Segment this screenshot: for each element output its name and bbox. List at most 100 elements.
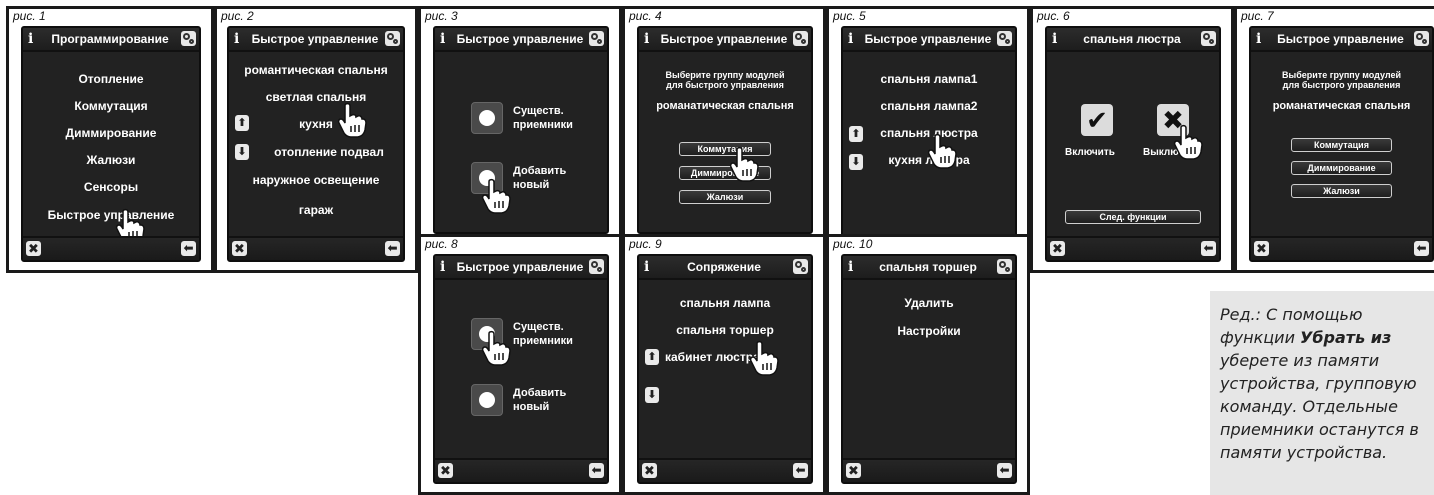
option-switching-button[interactable]: Коммутация — [679, 142, 771, 156]
back-arrow-icon[interactable]: ⬅ — [997, 463, 1012, 478]
figure-caption: рис. 3 — [425, 9, 458, 23]
list-item[interactable]: спальня люстра — [843, 126, 1015, 140]
turn-on-label: Включить — [1065, 147, 1115, 158]
back-arrow-icon[interactable]: ⬅ — [1201, 241, 1216, 256]
figure-caption: рис. 10 — [833, 237, 873, 251]
info-icon[interactable]: i — [848, 31, 853, 47]
figure-caption: рис. 2 — [221, 9, 254, 23]
settings-icon[interactable] — [997, 31, 1012, 46]
scroll-up-icon[interactable]: ⬆ — [235, 115, 249, 131]
list-item[interactable]: романтическая спальня — [229, 63, 403, 77]
option-switching-button[interactable]: Коммутация — [1291, 138, 1392, 152]
settings-icon[interactable] — [181, 31, 196, 46]
info-icon[interactable]: i — [1052, 31, 1057, 47]
existing-receivers-button[interactable] — [471, 318, 503, 350]
settings-icon[interactable] — [793, 31, 808, 46]
info-icon[interactable]: i — [440, 259, 445, 275]
settings-icon[interactable] — [385, 31, 400, 46]
figure-caption: рис. 5 — [833, 9, 866, 23]
back-arrow-icon[interactable]: ⬅ — [385, 241, 400, 256]
close-icon[interactable]: ✖ — [846, 463, 861, 478]
figure-8: рис. 8 i Быстрое управление Существ. прие… — [418, 234, 622, 495]
list-item[interactable]: спальня лампа2 — [843, 99, 1015, 113]
screen-title: Быстрое управление — [864, 32, 992, 46]
info-icon[interactable]: i — [848, 259, 853, 275]
list-item[interactable]: кухня люстра — [843, 153, 1015, 167]
option-dimming-button[interactable]: Диммирование — [1291, 161, 1392, 175]
device-screen: i Сопряжение спальня лампа спальня торше… — [637, 254, 813, 484]
prompt-line-2: для быстрого управления — [666, 80, 784, 90]
back-arrow-icon[interactable]: ⬅ — [1414, 241, 1429, 256]
figure-9: рис. 9 i Сопряжение спальня лампа спальн… — [622, 234, 826, 495]
info-icon[interactable]: i — [440, 31, 445, 47]
existing-receivers-button[interactable] — [471, 102, 503, 134]
list-item[interactable]: кухня — [229, 117, 403, 131]
settings-icon[interactable] — [997, 259, 1012, 274]
note-bold-term: Убрать из — [1300, 328, 1392, 347]
settings-icon[interactable] — [1201, 31, 1216, 46]
footer-bar: ✖ ⬅ — [843, 458, 1015, 482]
close-icon[interactable]: ✖ — [438, 463, 453, 478]
list-item[interactable]: кабинет люстра — [665, 350, 811, 364]
device-screen: i Быстрое управление Выберите группу мод… — [1249, 26, 1434, 262]
back-arrow-icon[interactable]: ⬅ — [589, 463, 604, 478]
screen-title: Сопряжение — [687, 260, 761, 274]
scroll-down-icon[interactable]: ⬇ — [235, 144, 249, 160]
menu-item-blinds[interactable]: Жалюзи — [23, 153, 199, 167]
info-icon[interactable]: i — [644, 31, 649, 47]
option-blinds-button[interactable]: Жалюзи — [679, 190, 771, 204]
back-arrow-icon[interactable]: ⬅ — [181, 241, 196, 256]
settings-icon[interactable] — [589, 31, 604, 46]
add-new-button[interactable] — [471, 162, 503, 194]
option-dimming-button[interactable]: Диммирование — [679, 166, 771, 180]
list-item[interactable]: светлая спальня — [229, 90, 403, 104]
info-icon[interactable]: i — [28, 31, 33, 47]
close-icon[interactable]: ✖ — [26, 241, 41, 256]
menu-item-heating[interactable]: Отопление — [23, 72, 199, 86]
close-icon[interactable]: ✖ — [1050, 241, 1065, 256]
back-arrow-icon[interactable]: ⬅ — [793, 463, 808, 478]
close-icon[interactable]: ✖ — [232, 241, 247, 256]
settings-icon[interactable] — [793, 259, 808, 274]
info-icon[interactable]: i — [234, 31, 239, 47]
menu-item-switching[interactable]: Коммутация — [23, 99, 199, 113]
settings-icon[interactable] — [589, 259, 604, 274]
next-functions-button[interactable]: След. функции — [1065, 210, 1201, 224]
figure-2: рис. 2 i Быстрое управление романтическа… — [214, 6, 418, 273]
status-bar: i спальня торшер — [843, 256, 1015, 280]
scroll-up-icon[interactable]: ⬆ — [849, 126, 863, 142]
figure-caption: рис. 6 — [1037, 9, 1070, 23]
list-item[interactable]: спальня торшер — [639, 323, 811, 337]
info-icon[interactable]: i — [1256, 31, 1261, 47]
close-icon[interactable]: ✖ — [1254, 241, 1269, 256]
scroll-down-icon[interactable]: ⬇ — [645, 387, 659, 403]
list-item[interactable]: наружное освещение — [229, 173, 403, 187]
menu-item-sensors[interactable]: Сенсоры — [23, 180, 199, 194]
figure-7: рис. 7 i Быстрое управление Выберите гру… — [1234, 6, 1434, 273]
option-blinds-button[interactable]: Жалюзи — [1291, 184, 1392, 198]
add-new-button[interactable] — [471, 384, 503, 416]
cross-icon[interactable]: ✖ — [1157, 104, 1189, 136]
scroll-up-icon[interactable]: ⬆ — [645, 349, 659, 365]
menu-item-dimming[interactable]: Диммирование — [23, 126, 199, 140]
device-screen: i Быстрое управление Выберите группу мод… — [637, 26, 813, 234]
menu-item-quick-control[interactable]: Быстрое управление — [23, 208, 199, 222]
figure-3: рис. 3 i Быстрое управление Существ. прие… — [418, 6, 622, 234]
check-icon[interactable]: ✔ — [1081, 104, 1113, 136]
prompt-line-2: для быстрого управления — [1282, 80, 1401, 90]
close-icon[interactable]: ✖ — [642, 463, 657, 478]
list-item[interactable]: гараж — [229, 203, 403, 217]
editor-note: Ред.: С помощью функции Убрать из уберет… — [1210, 291, 1434, 495]
list-item[interactable]: спальня лампа1 — [843, 72, 1015, 86]
menu-item-settings[interactable]: Настройки — [843, 324, 1015, 338]
settings-icon[interactable] — [1414, 31, 1429, 46]
list-item[interactable]: спальня лампа — [639, 296, 811, 310]
status-bar: i Программирование — [23, 28, 199, 52]
footer-bar: ✖ ⬅ — [23, 236, 199, 260]
scroll-down-icon[interactable]: ⬇ — [849, 154, 863, 170]
footer-bar: ✖ ⬅ — [639, 458, 811, 482]
info-icon[interactable]: i — [644, 259, 649, 275]
list-item[interactable]: отопление подвал — [229, 145, 403, 159]
menu-item-delete[interactable]: Удалить — [843, 296, 1015, 310]
footer-bar: ✖ ⬅ — [435, 458, 607, 482]
